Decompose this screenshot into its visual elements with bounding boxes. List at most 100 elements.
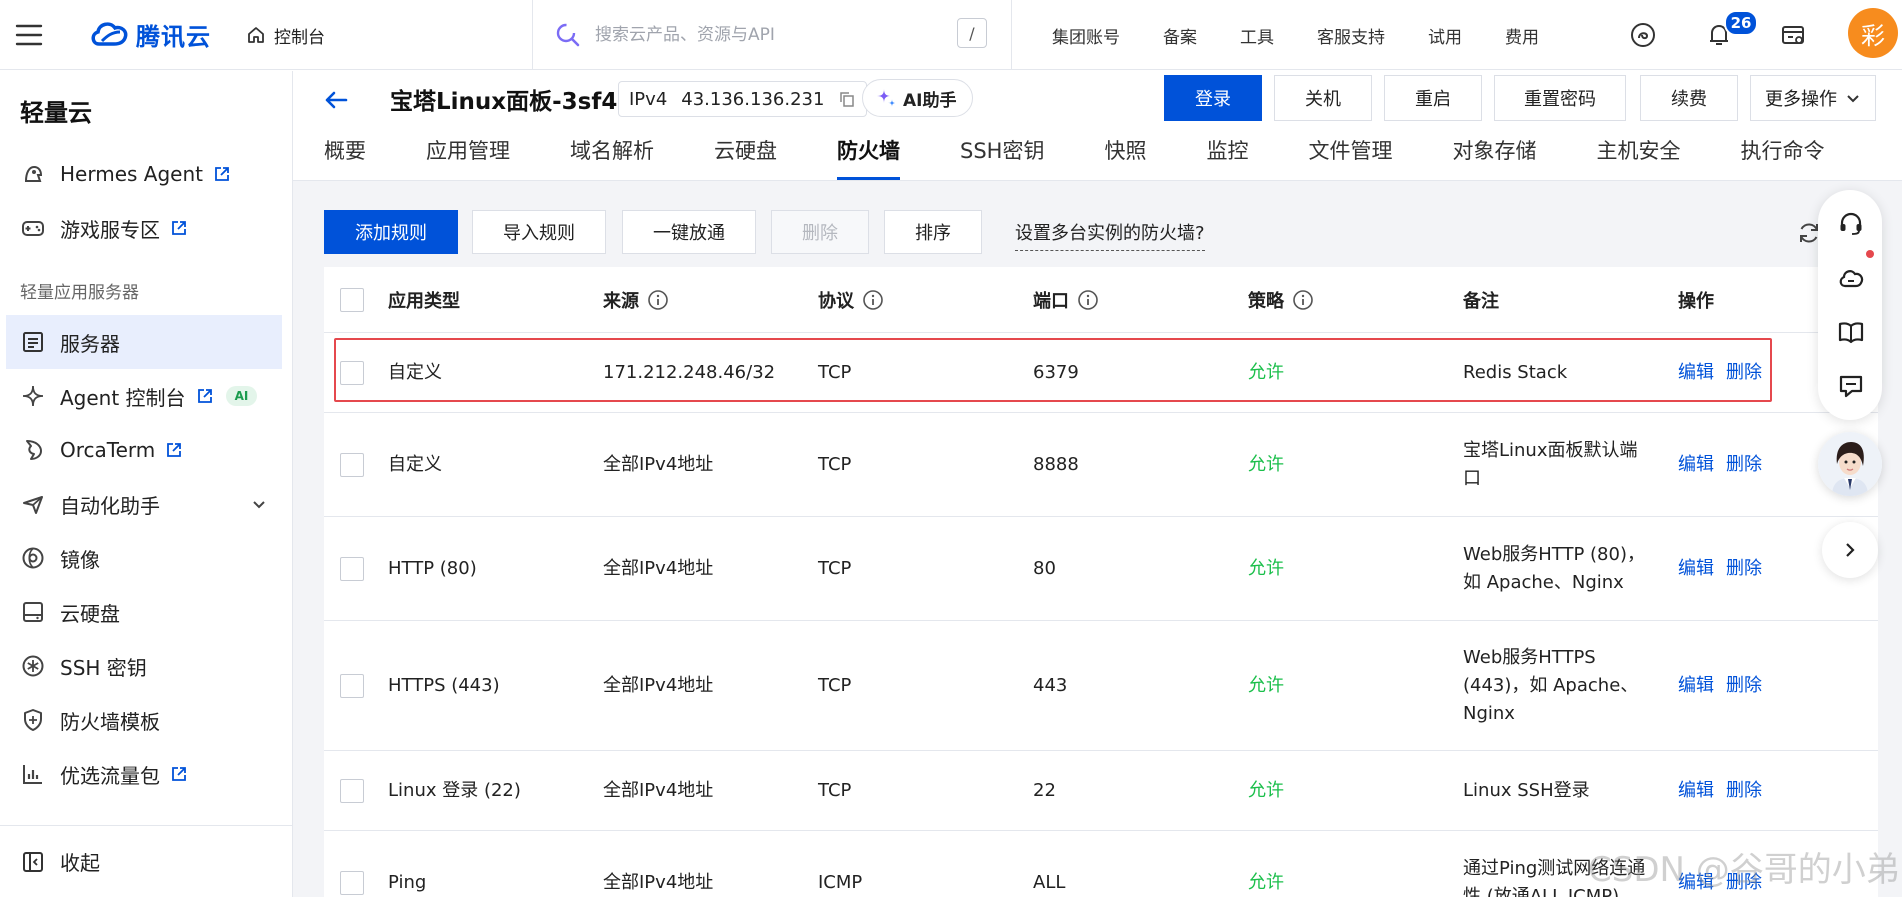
info-icon[interactable] <box>862 289 884 311</box>
docs-book-icon[interactable] <box>1837 318 1865 346</box>
ai-assistant-button[interactable]: AI助手 <box>862 79 974 117</box>
info-icon[interactable] <box>1077 289 1099 311</box>
cell-note: Web服务HTTP (80)，如 Apache、Nginx <box>1463 543 1645 593</box>
row-checkbox[interactable] <box>340 556 364 581</box>
work-order-icon[interactable] <box>1778 20 1808 50</box>
chevron-right-icon <box>1846 543 1855 557</box>
nav-group-account[interactable]: 集团账号 <box>1052 23 1120 48</box>
sidebar-item-cloud-disk[interactable]: 云硬盘 <box>6 585 282 639</box>
edit-link[interactable]: 编辑 <box>1678 555 1714 583</box>
external-link-icon <box>167 443 182 457</box>
alert-dot <box>1866 250 1874 258</box>
delete-link[interactable]: 删除 <box>1726 555 1762 583</box>
search-input[interactable] <box>595 25 955 45</box>
tab-app-management[interactable]: 应用管理 <box>426 135 510 180</box>
sidebar-item-automation[interactable]: 自动化助手 <box>6 477 282 531</box>
delete-rules-button[interactable]: 删除 <box>771 210 869 254</box>
add-rule-button[interactable]: 添加规则 <box>324 210 458 254</box>
row-checkbox[interactable] <box>340 870 364 895</box>
console-home-link[interactable]: 控制台 <box>246 18 325 52</box>
expand-panel-button[interactable] <box>1822 522 1878 578</box>
import-rules-button[interactable]: 导入规则 <box>472 210 606 254</box>
row-checkbox[interactable] <box>340 360 364 385</box>
cell-protocol: ICMP <box>818 871 863 893</box>
edit-link[interactable]: 编辑 <box>1678 451 1714 479</box>
shutdown-button[interactable]: 关机 <box>1274 75 1372 121</box>
nav-support[interactable]: 客服支持 <box>1317 23 1385 48</box>
cell-app-type: 自定义 <box>388 361 442 383</box>
sidebar-item-ssh-keys[interactable]: SSH 密钥 <box>6 639 282 693</box>
copy-icon[interactable] <box>838 90 856 108</box>
sidebar-item-game-servers[interactable]: 游戏服专区 <box>6 201 282 255</box>
edit-link[interactable]: 编辑 <box>1678 777 1714 805</box>
sidebar-collapse-button[interactable]: 收起 <box>0 825 292 897</box>
tab-host-security[interactable]: 主机安全 <box>1596 135 1680 180</box>
row-checkbox[interactable] <box>340 778 364 803</box>
row-checkbox[interactable] <box>340 673 364 698</box>
tab-monitoring[interactable]: 监控 <box>1206 135 1248 180</box>
traffic-icon <box>23 765 42 784</box>
sort-button[interactable]: 排序 <box>884 210 982 254</box>
delete-link[interactable]: 删除 <box>1726 451 1762 479</box>
reset-password-button[interactable]: 重置密码 <box>1494 75 1626 121</box>
edit-link[interactable]: 编辑 <box>1678 672 1714 700</box>
cell-source: 全部IPv4地址 <box>603 557 714 579</box>
sidebar-item-images[interactable]: 镜像 <box>6 531 282 585</box>
sidebar-item-traffic-packs[interactable]: 优选流量包 <box>6 747 282 801</box>
tencent-cloud-logo[interactable]: 腾讯云 <box>90 14 211 54</box>
info-icon[interactable] <box>647 289 669 311</box>
tab-run-command[interactable]: 执行命令 <box>1740 135 1824 180</box>
tab-dns[interactable]: 域名解析 <box>570 135 654 180</box>
sidebar-title: 轻量云 <box>20 99 92 127</box>
delete-link[interactable]: 删除 <box>1726 777 1762 805</box>
nav-tools[interactable]: 工具 <box>1240 23 1274 48</box>
ai-assistant-label: AI助手 <box>903 90 957 111</box>
external-link-icon <box>215 167 229 181</box>
tab-firewall[interactable]: 防火墙 <box>837 135 900 180</box>
renew-button[interactable]: 续费 <box>1640 75 1738 121</box>
nav-filing[interactable]: 备案 <box>1163 23 1197 48</box>
menu-icon[interactable] <box>14 20 44 50</box>
feedback-icon[interactable] <box>1837 372 1865 400</box>
info-icon[interactable] <box>1292 289 1314 311</box>
more-actions-button[interactable]: 更多操作 <box>1750 75 1876 121</box>
cell-protocol: TCP <box>818 557 852 579</box>
sidebar-item-label: 云硬盘 <box>60 601 120 626</box>
delete-link[interactable]: 删除 <box>1726 672 1762 700</box>
external-link-icon <box>172 221 186 235</box>
sidebar-item-servers[interactable]: 服务器 <box>6 315 282 369</box>
codebuddy-icon[interactable] <box>1628 20 1658 50</box>
edit-link[interactable]: 编辑 <box>1678 359 1714 387</box>
ai-agent-avatar[interactable] <box>1818 432 1882 496</box>
table-row: HTTPS (443) 全部IPv4地址 TCP 443 允许 Web服务HTT… <box>324 621 1878 751</box>
login-button[interactable]: 登录 <box>1164 75 1262 121</box>
sidebar-item-firewall-templates[interactable]: 防火墙模板 <box>6 693 282 747</box>
ip-type-label: IPv4 <box>629 88 668 110</box>
headset-icon[interactable] <box>1837 210 1865 238</box>
tab-cloud-disk[interactable]: 云硬盘 <box>714 135 777 180</box>
delete-link[interactable]: 删除 <box>1726 359 1762 387</box>
tab-overview[interactable]: 概要 <box>324 135 366 180</box>
row-checkbox[interactable] <box>340 452 364 477</box>
select-all-checkbox[interactable] <box>340 287 364 312</box>
back-arrow-icon[interactable] <box>320 84 352 116</box>
multi-instance-firewall-link[interactable]: 设置多台实例的防火墙? <box>1015 219 1205 251</box>
nav-billing[interactable]: 费用 <box>1505 23 1539 48</box>
global-search[interactable]: / <box>532 0 1012 70</box>
tab-ssh-keys[interactable]: SSH密钥 <box>960 135 1044 180</box>
sidebar-item-orcaterm[interactable]: OrcaTerm <box>6 423 282 477</box>
sidebar-item-agent-console[interactable]: Agent 控制台 AI <box>6 369 282 423</box>
restart-button[interactable]: 重启 <box>1384 75 1482 121</box>
tab-snapshots[interactable]: 快照 <box>1104 135 1146 180</box>
tab-object-storage[interactable]: 对象存储 <box>1452 135 1536 180</box>
user-avatar[interactable]: 彩 <box>1848 8 1898 58</box>
edit-link[interactable]: 编辑 <box>1678 869 1714 897</box>
open-all-button[interactable]: 一键放通 <box>622 210 756 254</box>
image-disc-icon <box>22 547 44 569</box>
sidebar-item-hermes-agent[interactable]: Hermes Agent <box>6 147 282 201</box>
delete-link[interactable]: 删除 <box>1726 869 1762 897</box>
nav-trial[interactable]: 试用 <box>1428 23 1462 48</box>
cloud-assistant-icon[interactable] <box>1837 264 1865 292</box>
tab-file-management[interactable]: 文件管理 <box>1308 135 1392 180</box>
external-link-icon <box>197 389 212 403</box>
